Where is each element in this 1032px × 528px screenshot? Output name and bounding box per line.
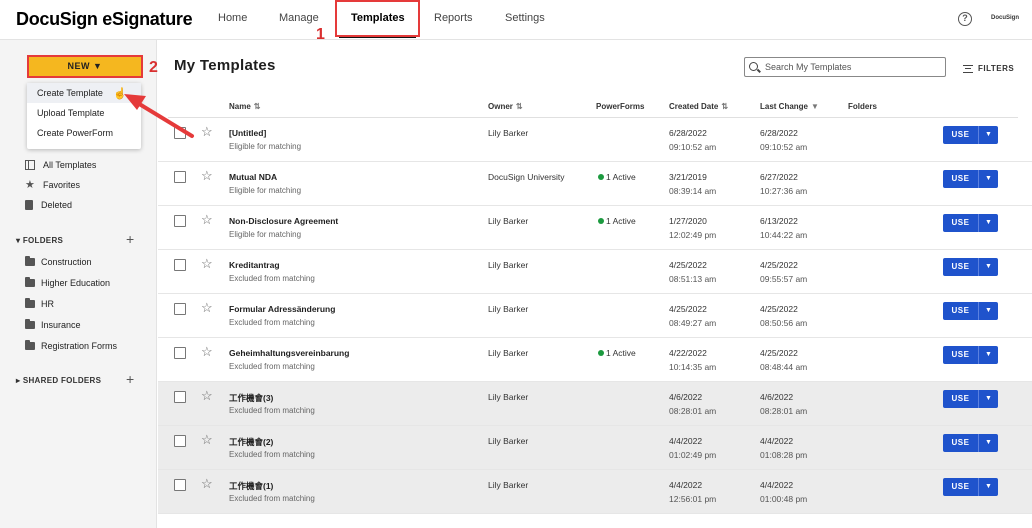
annotation-arrow-icon: [124, 94, 194, 138]
